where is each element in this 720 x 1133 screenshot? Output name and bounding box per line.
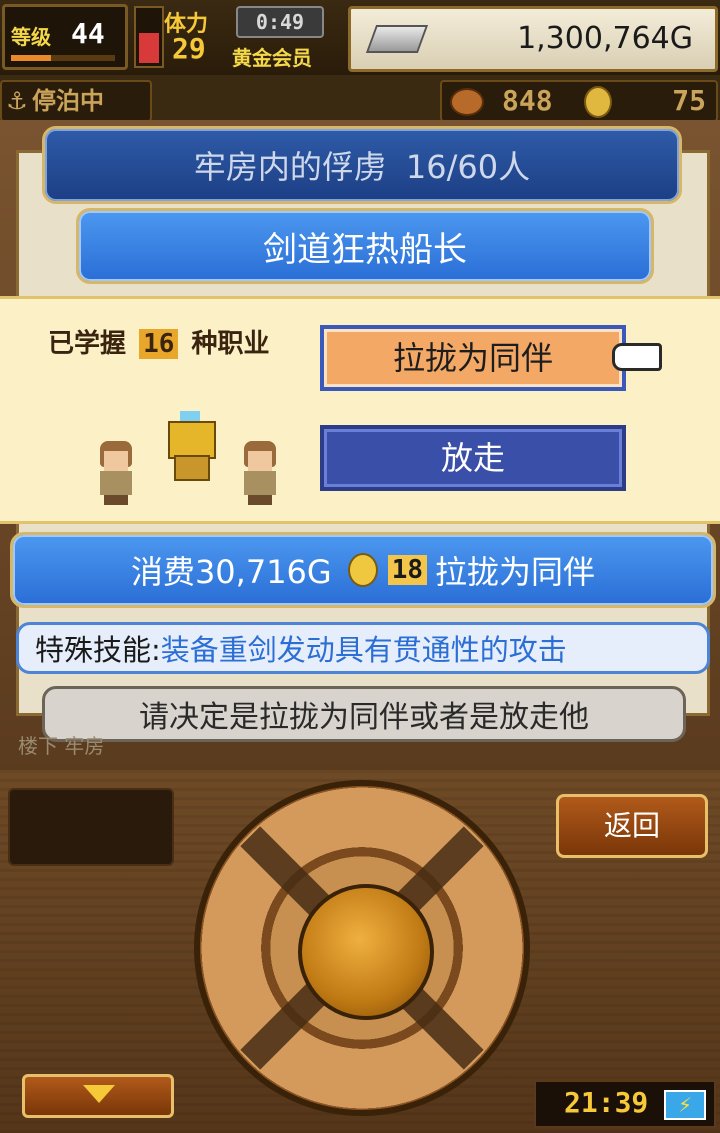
decision-prompt: 请决定是拉拢为同伴或者是放走他 <box>139 700 589 735</box>
prisoner-sprite <box>164 411 216 483</box>
recruit-cost-bar[interactable]: 消费30,716G 18 拉拢为同伴 <box>10 532 716 608</box>
special-skill-bar: 特殊技能: 装备重剑发动具有贯通性的攻击 <box>16 622 710 674</box>
recruit-button[interactable]: 拉拢为同伴 <box>320 325 626 391</box>
jobs-learned-prefix: 已学握 <box>48 329 127 359</box>
battery-icon: ⚡ <box>664 1090 706 1120</box>
level-label: 等级 <box>11 25 51 49</box>
medal-count: 75 <box>672 84 706 117</box>
dial-center-button[interactable] <box>298 884 434 1020</box>
prisoner-count: 16/60人 <box>405 148 531 186</box>
level-value: 44 <box>71 17 105 50</box>
control-console: 返回 21:39 ⚡ <box>0 770 720 1133</box>
exp-bar <box>11 55 115 61</box>
location-label: 楼下 牢房 <box>18 734 105 758</box>
cost-prefix: 消费30,716G <box>130 553 332 591</box>
pointer-hand-icon <box>612 343 662 371</box>
top-hud: 等级 44 体力 29 0:49 黄金会员 1,300,764G <box>0 0 720 75</box>
prisoner-name-banner: 剑道狂热船长 <box>76 208 654 284</box>
gold-amount: 1,300,764G <box>517 21 693 56</box>
skill-label: 特殊技能: <box>35 633 161 667</box>
decision-popup: 已学握 16 种职业 拉拢为同伴 放走 <box>0 296 720 524</box>
dock-status: 停泊中 <box>32 87 104 115</box>
chevron-down-icon <box>83 1085 115 1103</box>
console-blank-slot <box>8 788 174 866</box>
level-box: 等级 44 <box>2 4 128 70</box>
silver-bar-icon <box>365 25 429 53</box>
food-count: 848 <box>502 84 553 117</box>
membership-label: 黄金会员 <box>232 46 312 70</box>
back-button-label: 返回 <box>603 809 660 842</box>
prisoner-count-banner: 牢房内的俘虏 16/60人 <box>42 126 682 204</box>
cost-medals: 18 <box>387 555 428 585</box>
life-ring-dial[interactable] <box>194 780 530 1116</box>
prisoner-name: 剑道狂热船长 <box>263 229 467 270</box>
back-button[interactable]: 返回 <box>556 794 708 858</box>
cost-suffix: 拉拢为同伴 <box>435 553 596 591</box>
stamina-value: 29 <box>172 32 206 65</box>
jobs-learned-suffix: 种职业 <box>191 329 270 359</box>
food-icon <box>450 88 484 116</box>
medal-icon <box>347 553 378 587</box>
stamina-gauge <box>134 6 164 68</box>
anchor-icon: ⚓ <box>6 87 28 115</box>
gold-panel: 1,300,764G <box>348 6 718 72</box>
clock-time: 21:39 <box>564 1086 649 1119</box>
crew-sprite-right <box>236 441 284 505</box>
decision-prompt-bar: 请决定是拉拢为同伴或者是放走他 <box>42 686 686 742</box>
prisoner-count-title: 牢房内的俘虏 <box>193 148 386 186</box>
dock-status-tag: ⚓ 停泊中 <box>0 80 152 122</box>
recruit-button-label: 拉拢为同伴 <box>392 339 553 377</box>
timer-box: 0:49 <box>236 6 324 38</box>
release-button[interactable]: 放走 <box>320 425 626 491</box>
jobs-learned-label: 已学握 16 种职业 <box>48 323 269 360</box>
jobs-learned-count: 16 <box>139 329 179 359</box>
medal-icon <box>584 86 612 118</box>
release-button-label: 放走 <box>440 439 505 477</box>
skill-value: 装备重剑发动具有贯通性的攻击 <box>160 633 567 667</box>
timer-text: 0:49 <box>255 10 305 34</box>
resource-bar: 848 75 <box>440 80 718 122</box>
crew-sprite-left <box>92 441 140 505</box>
clock-box: 21:39 ⚡ <box>534 1080 716 1128</box>
menu-toggle-button[interactable] <box>22 1074 174 1118</box>
